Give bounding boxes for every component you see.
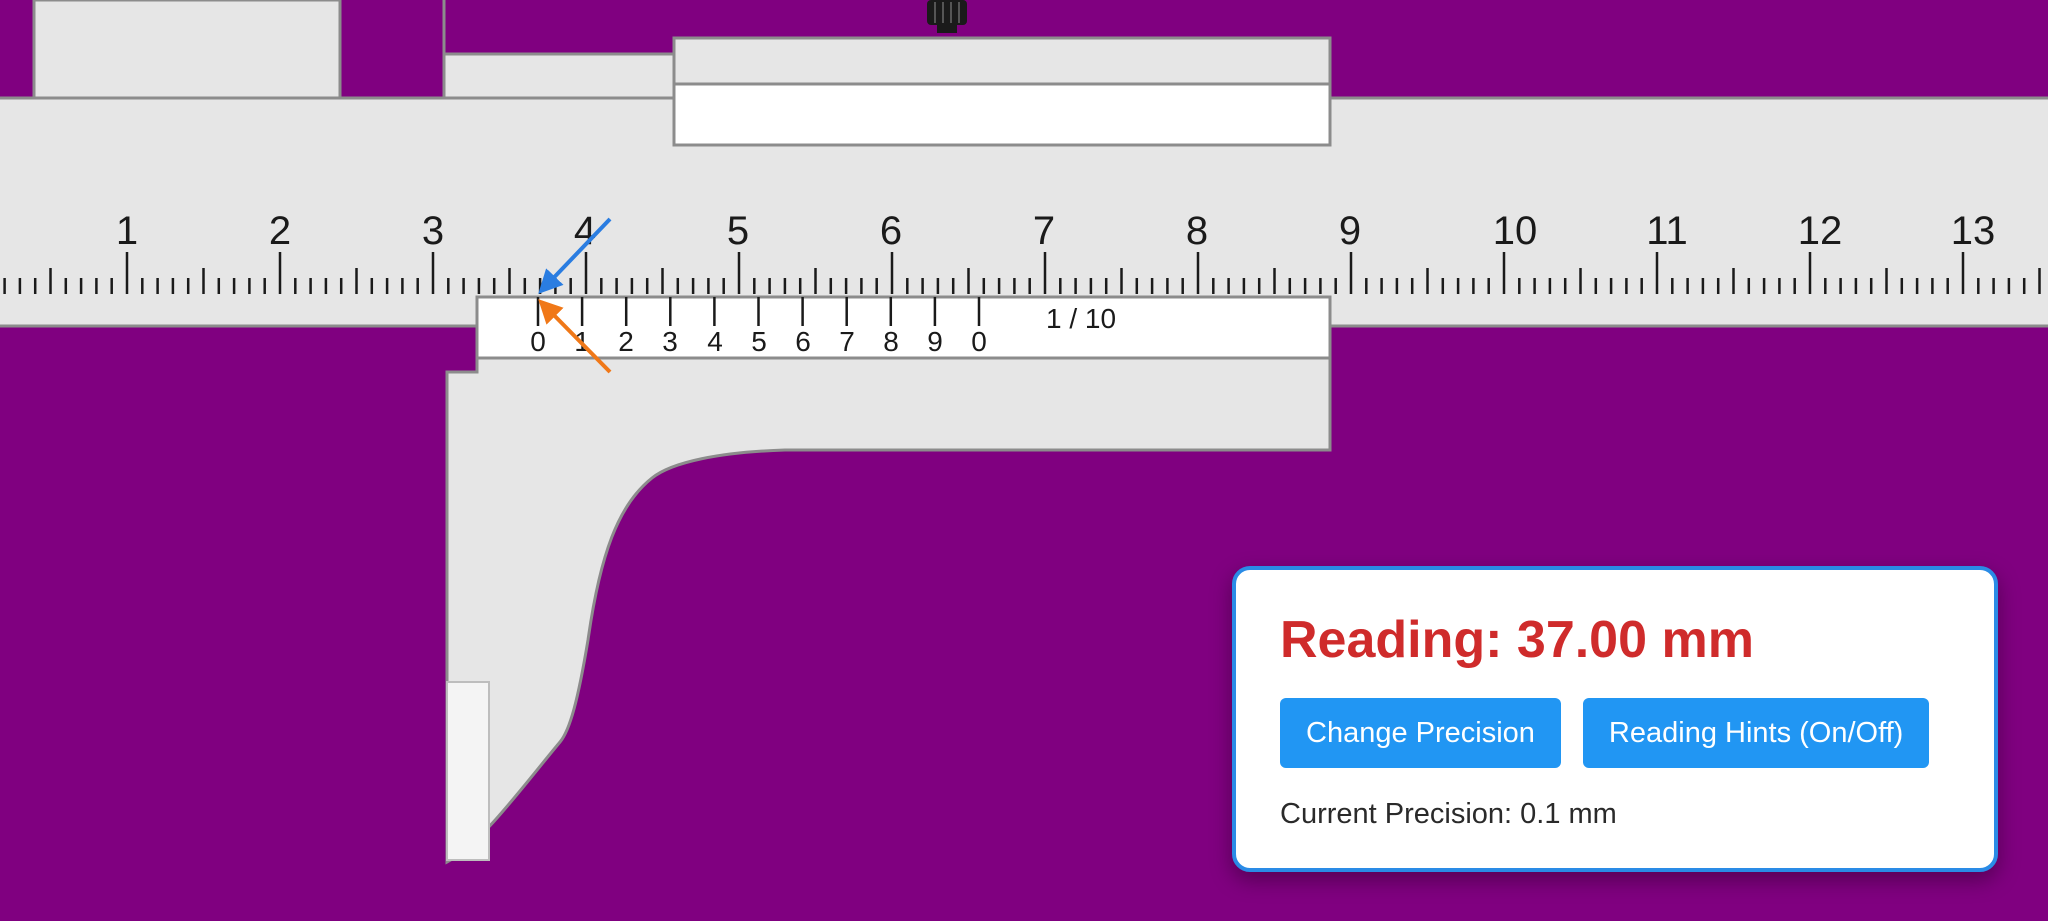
vernier-window — [475, 295, 1332, 360]
main-scale-label: 3 — [422, 209, 444, 253]
vernier-label: 5 — [751, 326, 767, 357]
jaw-insert — [446, 681, 490, 861]
sliding-jaw[interactable] — [445, 354, 1332, 865]
vernier-label: 3 — [662, 326, 678, 357]
main-scale-label: 8 — [1186, 209, 1208, 253]
panel-buttons: Change Precision Reading Hints (On/Off) — [1280, 698, 1994, 768]
main-scale-label: 12 — [1798, 209, 1843, 253]
vernier-label: 0 — [530, 326, 546, 357]
change-precision-button[interactable]: Change Precision — [1280, 698, 1561, 768]
reading-panel: Reading: 37.00 mm Change Precision Readi… — [1232, 566, 1998, 872]
vernier-label: 7 — [839, 326, 855, 357]
main-scale-label: 1 — [116, 209, 138, 253]
main-scale-label: 2 — [269, 209, 291, 253]
vernier-label: 0 — [971, 326, 987, 357]
thumb-knob[interactable] — [927, 0, 967, 33]
depth-slider-window — [672, 82, 1332, 147]
reading-value: Reading: 37.00 mm — [1280, 611, 1754, 669]
vernier-label: 6 — [795, 326, 811, 357]
precision-status: Current Precision: 0.1 mm — [1280, 798, 1617, 830]
main-scale-label: 9 — [1339, 209, 1361, 253]
main-scale-label: 11 — [1646, 209, 1688, 253]
vernier-label: 2 — [618, 326, 634, 357]
main-scale-label: 13 — [1951, 209, 1996, 253]
main-scale-label: 10 — [1493, 209, 1538, 253]
vernier-label: 8 — [883, 326, 899, 357]
reading-hints-toggle-button[interactable]: Reading Hints (On/Off) — [1582, 698, 1930, 768]
main-scale-label: 7 — [1033, 209, 1055, 253]
vernier-label: 4 — [707, 326, 723, 357]
main-scale-label: 5 — [727, 209, 749, 253]
depth-slider-top[interactable] — [672, 36, 1332, 86]
upper-sliding-jaw[interactable] — [442, 0, 676, 102]
main-scale-label: 6 — [880, 209, 902, 253]
vernier-precision-label: 1 / 10 — [1046, 303, 1116, 334]
vernier-label: 9 — [927, 326, 943, 357]
